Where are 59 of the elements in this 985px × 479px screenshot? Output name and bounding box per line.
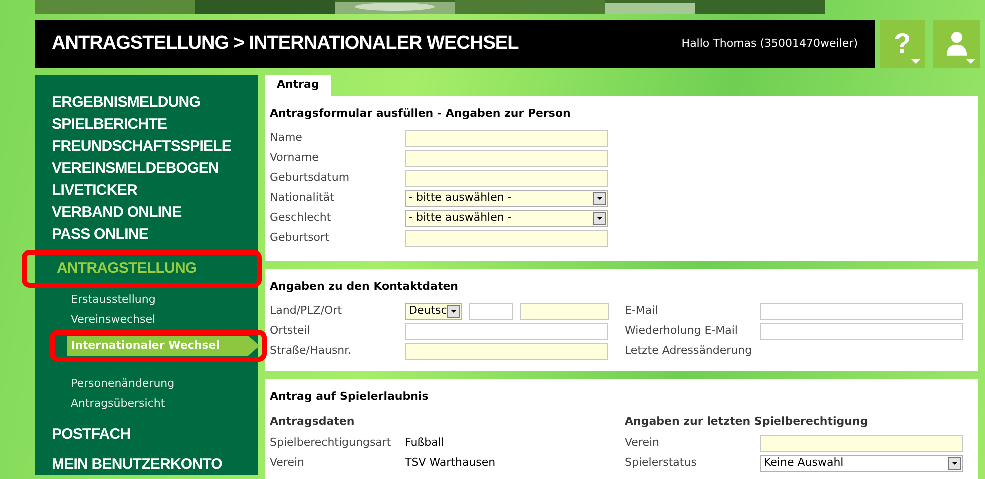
field-label: Geburtsort: [270, 230, 330, 246]
subsection-heading: Angaben zur letzten Spielberechtigung: [625, 414, 870, 430]
nav-item[interactable]: VERBAND ONLINE: [52, 202, 258, 224]
page-title: ANTRAGSTELLUNG > INTERNATIONALER WECHSEL: [52, 32, 519, 56]
field-label: Ortsteil: [270, 322, 312, 339]
subnav-item[interactable]: Vereinswechsel: [52, 310, 250, 330]
field-value: Fußball: [405, 435, 444, 452]
field-label: Letzte Adressänderung: [625, 342, 754, 359]
field-label: Verein: [270, 455, 306, 472]
dropdown-field[interactable]: - bitte auswählen -: [405, 190, 608, 207]
field-label: Spielberechtigungsart: [270, 435, 392, 452]
subnav-item[interactable]: Antragsübersicht: [52, 394, 250, 414]
input-field[interactable]: [520, 302, 609, 320]
nav-item[interactable]: VEREINSMELDEBOGEN: [52, 158, 258, 180]
input-field[interactable]: [405, 322, 608, 340]
dropdown-field[interactable]: Deutsc: [405, 302, 462, 320]
input-field[interactable]: [469, 302, 513, 320]
field-label: Geschlecht: [270, 210, 332, 226]
field-label: Land/PLZ/Ort: [270, 302, 344, 319]
user-menu-button[interactable]: [933, 20, 980, 68]
input-field[interactable]: [405, 342, 608, 360]
nav-item[interactable]: LIVETICKER: [52, 180, 258, 202]
user-icon: [946, 31, 968, 57]
input-field[interactable]: [405, 230, 608, 247]
input-field[interactable]: [760, 435, 963, 452]
field-label: Spielerstatus: [625, 455, 698, 472]
section-title: Antragsformular ausfüllen - Angaben zur Person: [270, 106, 572, 122]
form-tab[interactable]: Antrag: [265, 75, 332, 96]
field-label: Straße/Hausnr.: [270, 342, 353, 359]
field-label: Geburtsdatum: [270, 170, 351, 186]
dropdown-field[interactable]: - bitte auswählen -: [405, 210, 608, 227]
nav-item[interactable]: ERGEBNISMELDUNG: [52, 92, 258, 114]
dropdown-field[interactable]: Keine Auswahl: [760, 455, 963, 472]
section-title: Angaben zu den Kontaktdaten: [270, 278, 460, 294]
input-field[interactable]: [760, 302, 963, 320]
nav-item[interactable]: FREUNDSCHAFTSSPIELE: [52, 136, 258, 158]
caret-icon: [911, 59, 921, 64]
nav-item[interactable]: SPIELBERICHTE: [52, 114, 258, 136]
field-label: Nationalität: [270, 190, 336, 206]
caret-icon: [966, 59, 976, 64]
subnav-item[interactable]: Erstausstellung: [52, 290, 250, 310]
nav-item[interactable]: POSTFACH: [52, 424, 258, 446]
field-label: E-Mail: [625, 302, 660, 319]
field-label: Wiederholung E-Mail: [625, 322, 739, 339]
input-field[interactable]: [760, 322, 963, 340]
subsection-heading: Antragsdaten: [270, 414, 356, 430]
field-label: Verein: [625, 435, 661, 452]
input-field[interactable]: [405, 150, 608, 167]
nav-item[interactable]: MEIN BENUTZERKONTO: [52, 454, 258, 476]
input-field[interactable]: [405, 170, 608, 187]
subnav-item[interactable]: Personenänderung: [52, 374, 250, 394]
field-label: Name: [270, 130, 304, 146]
section-title: Antrag auf Spielerlaubnis: [270, 389, 430, 405]
field-label: Vorname: [270, 150, 320, 166]
user-greeting: Hallo Thomas (35001470weiler): [682, 36, 858, 52]
nav-item[interactable]: ANTRAGSTELLUNG: [57, 258, 257, 280]
input-field[interactable]: [405, 130, 608, 147]
nav-item[interactable]: PASS ONLINE: [52, 224, 258, 246]
field-value: TSV Warthausen: [405, 455, 496, 472]
